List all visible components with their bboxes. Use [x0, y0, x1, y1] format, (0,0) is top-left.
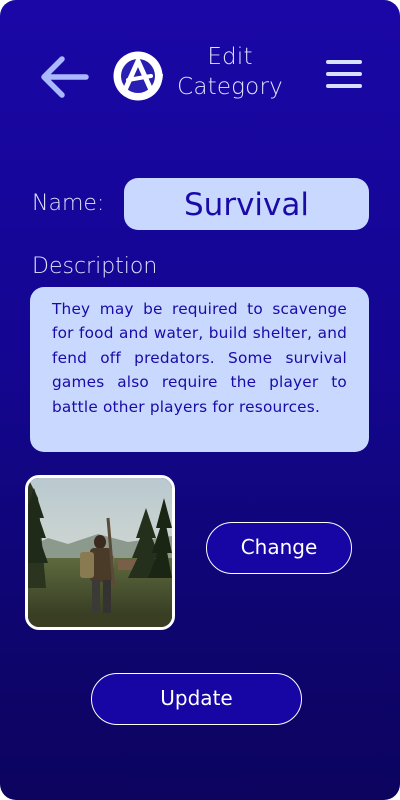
- page-title-line1: Edit: [207, 44, 253, 70]
- edit-category-screen: Edit Category Name: Survival Description…: [0, 0, 400, 800]
- game-scene-image: [28, 478, 172, 627]
- change-image-button[interactable]: Change: [206, 522, 352, 574]
- page-title: Edit Category: [168, 42, 292, 102]
- description-label: Description: [32, 254, 158, 279]
- back-button[interactable]: [38, 50, 92, 104]
- menu-button[interactable]: [322, 58, 366, 92]
- app-logo: [112, 50, 164, 102]
- arrow-left-icon: [41, 56, 89, 98]
- name-input[interactable]: Survival: [124, 178, 369, 230]
- app-logo-icon: [113, 51, 163, 101]
- description-input[interactable]: They may be required to scavenge for foo…: [30, 287, 369, 452]
- category-image: [25, 475, 175, 630]
- update-button[interactable]: Update: [91, 673, 302, 725]
- name-label: Name:: [32, 191, 105, 216]
- page-title-line2: Category: [177, 74, 283, 100]
